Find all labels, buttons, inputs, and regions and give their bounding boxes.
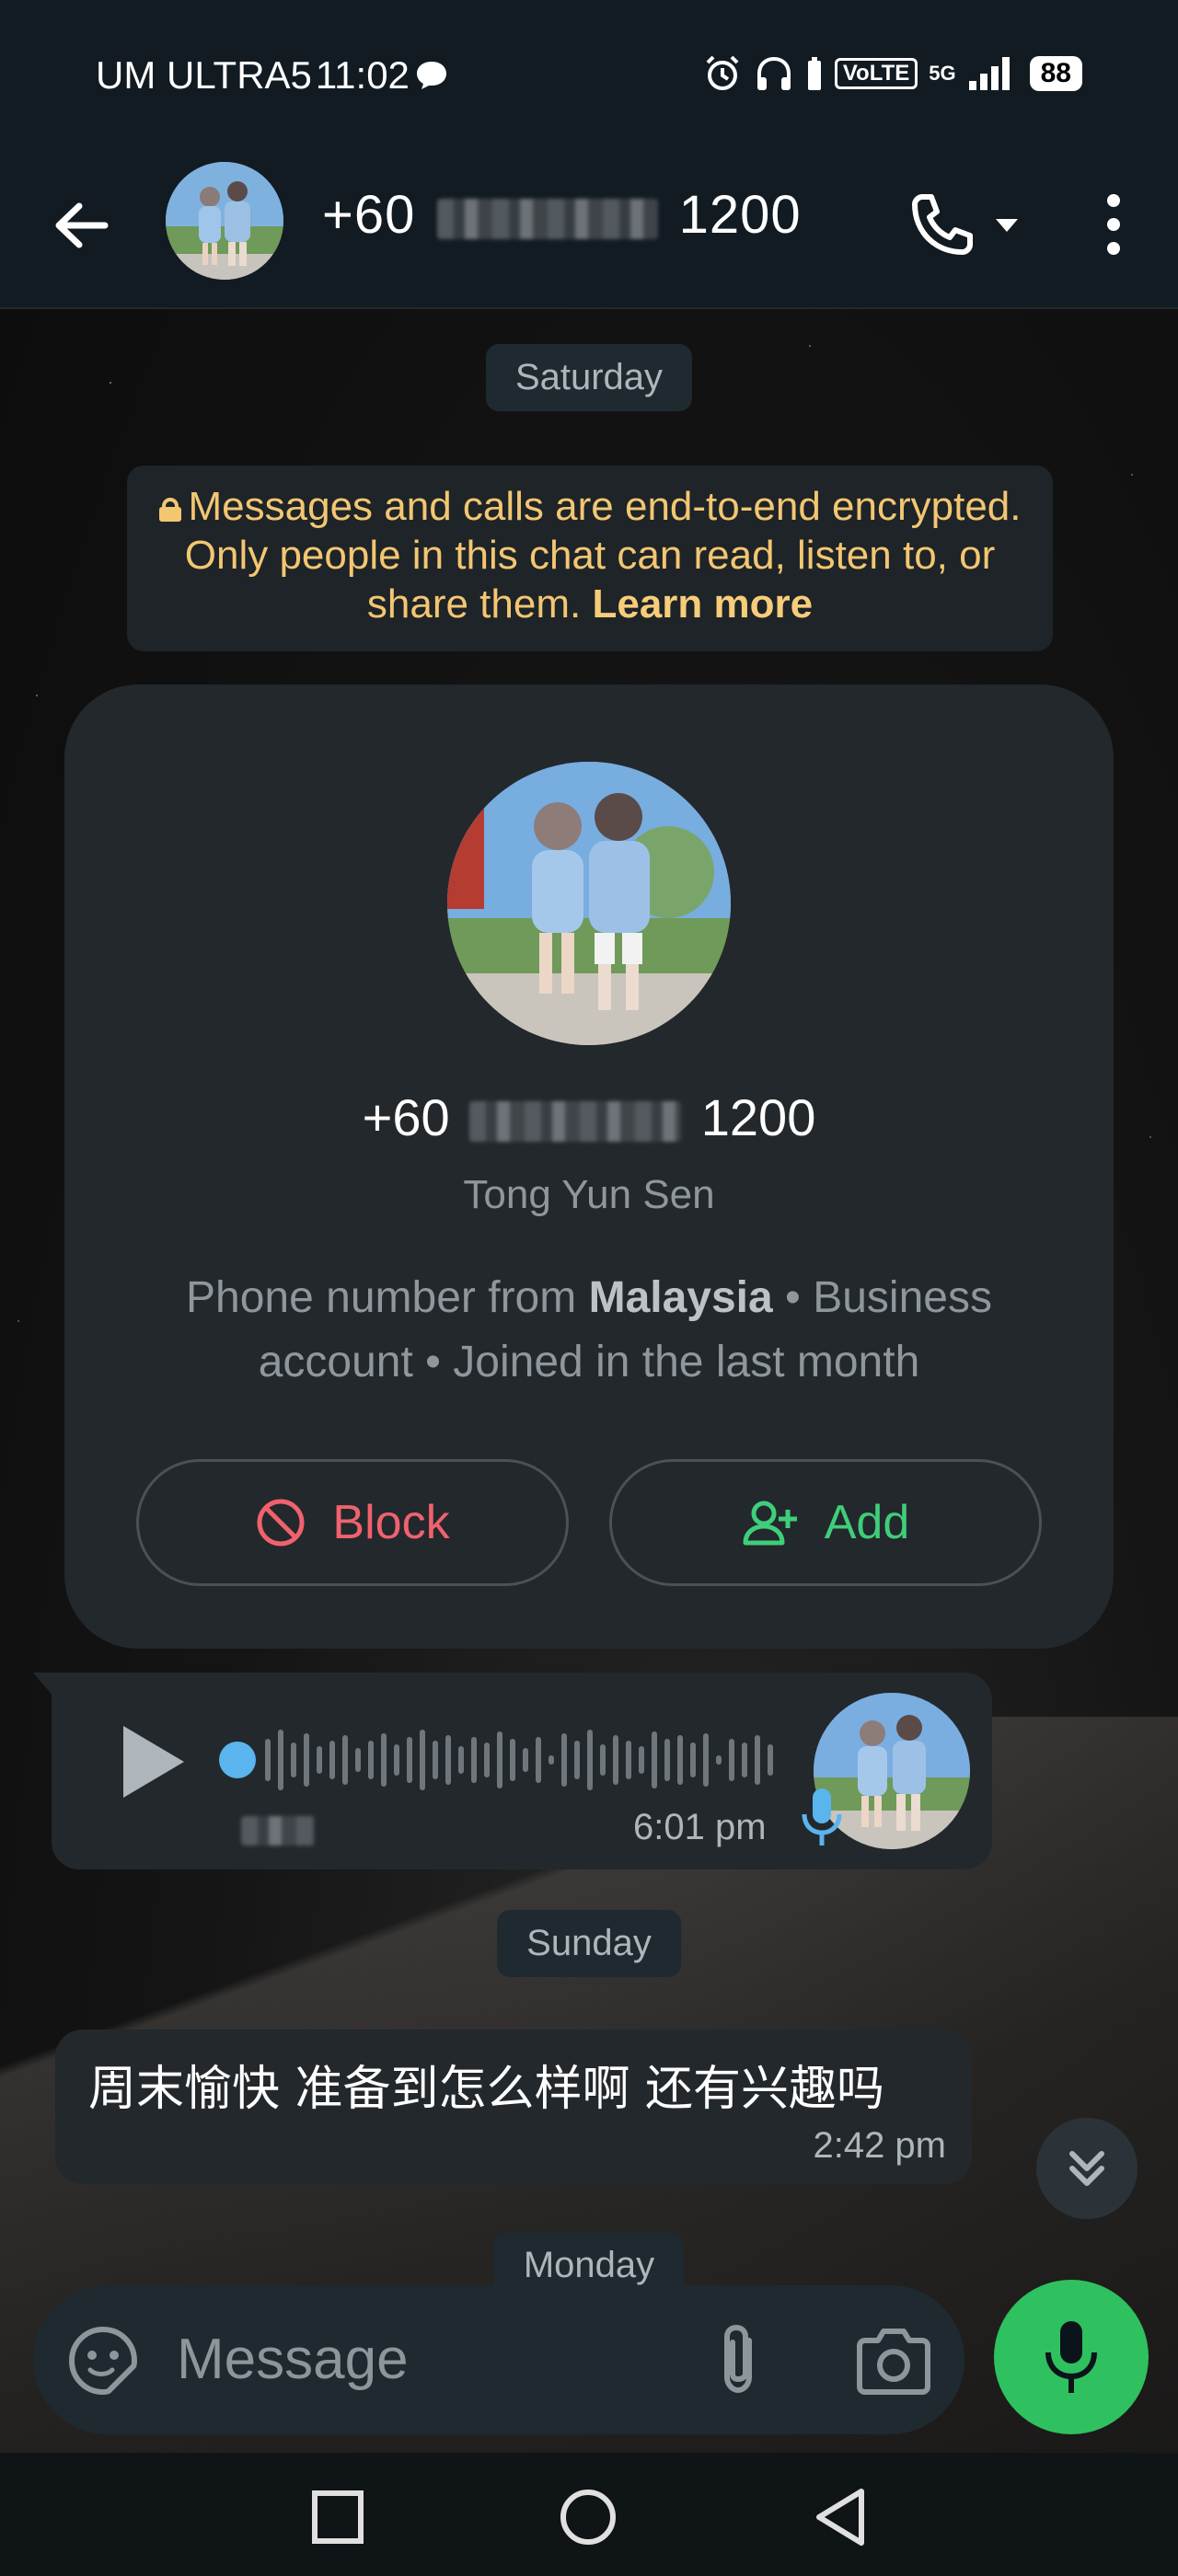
lock-icon <box>158 498 181 522</box>
carrier-label: UM ULTRA5 <box>96 53 312 97</box>
clock: 11:02 <box>315 53 410 97</box>
message-text: 周末愉快 准备到怎么样啊 还有兴趣吗 <box>88 2062 885 2117</box>
camera-button[interactable] <box>852 2322 935 2401</box>
person-add-icon <box>743 1501 797 1546</box>
audio-waveform[interactable] <box>219 1719 826 1801</box>
card-number-suffix: 1200 <box>700 1088 816 1146</box>
system-navigation-bar <box>0 2453 1178 2576</box>
double-chevron-down-icon <box>1069 2151 1104 2186</box>
headphones-icon <box>756 56 791 90</box>
block-button[interactable]: Block <box>136 1459 569 1586</box>
home-button[interactable] <box>547 2480 629 2554</box>
status-left: UM ULTRA5 11:02 <box>96 53 450 98</box>
couple-photo <box>166 162 283 280</box>
network-label: 5G <box>929 62 956 85</box>
contact-number[interactable]: +60 1200 <box>322 184 802 246</box>
card-phone-number: +60 1200 <box>64 1087 1114 1147</box>
country-name: Malaysia <box>588 1273 773 1322</box>
voice-mic-icon <box>802 1788 842 1846</box>
contact-profile-photo[interactable] <box>447 762 731 1045</box>
emoji-sticker-button[interactable] <box>66 2324 140 2398</box>
play-icon <box>123 1726 184 1798</box>
info-prefix: Phone number from <box>186 1273 589 1322</box>
block-label: Block <box>332 1496 450 1549</box>
battery-indicator: 88 <box>1029 56 1082 91</box>
message-composer <box>33 2285 964 2434</box>
date-divider-saturday: Saturday <box>485 344 693 411</box>
more-options-button[interactable] <box>1086 178 1141 270</box>
card-number-prefix: +60 <box>362 1088 450 1146</box>
message-input[interactable] <box>177 2313 674 2405</box>
add-label: Add <box>824 1496 910 1549</box>
signal-icon <box>968 57 1010 90</box>
add-contact-button[interactable]: Add <box>609 1459 1042 1586</box>
battery-small-icon <box>807 57 821 90</box>
contact-info-card: +60 1200 Tong Yun Sen Phone number from … <box>64 684 1114 1649</box>
play-button[interactable] <box>116 1720 190 1803</box>
message-timestamp: 2:42 pm <box>813 2125 946 2166</box>
chat-header: +60 1200 <box>0 155 1178 309</box>
status-right: VoLTE 5G 88 <box>702 53 1082 94</box>
contact-avatar[interactable] <box>166 162 283 280</box>
attach-button[interactable] <box>703 2318 777 2401</box>
chat-bubble-icon <box>416 62 446 89</box>
sticker-icon <box>69 2327 137 2395</box>
number-prefix: +60 <box>322 185 416 245</box>
couple-photo-large <box>447 762 731 1045</box>
volte-badge: VoLTE <box>834 58 918 89</box>
status-bar: UM ULTRA5 11:02 VoLTE 5G 88 <box>0 0 1178 155</box>
redacted-digits <box>436 198 658 239</box>
voice-message[interactable]: 6:01 pm <box>33 1673 992 1869</box>
contact-details: Phone number from Malaysia • Business ac… <box>138 1266 1040 1395</box>
arrow-back-icon <box>55 202 109 248</box>
incoming-text-message[interactable]: 周末愉快 准备到怎么样啊 还有兴趣吗 2:42 pm <box>55 2030 972 2184</box>
encryption-notice[interactable]: Messages and calls are end-to-end encryp… <box>127 466 1053 651</box>
paperclip-icon <box>724 2324 752 2394</box>
triangle-back-icon <box>816 2489 864 2546</box>
phone-icon <box>912 194 1018 255</box>
alarm-icon <box>706 55 739 90</box>
number-suffix: 1200 <box>678 185 802 245</box>
mic-icon <box>1045 2321 1097 2393</box>
contact-name: Tong Yun Sen <box>463 1172 715 1217</box>
block-icon <box>257 1499 305 1547</box>
record-voice-button[interactable] <box>994 2280 1149 2434</box>
circle-icon <box>560 2490 616 2545</box>
back-nav-button[interactable] <box>799 2480 882 2554</box>
scroll-to-bottom-button[interactable] <box>1036 2118 1138 2219</box>
call-button[interactable] <box>902 178 1040 270</box>
date-divider-sunday: Sunday <box>497 1910 681 1977</box>
chat-area[interactable]: Saturday Messages and calls are end-to-e… <box>0 309 1178 2453</box>
card-redacted-digits <box>469 1101 682 1143</box>
back-button[interactable] <box>40 184 123 267</box>
square-icon <box>312 2490 364 2544</box>
more-vert-icon <box>1107 194 1120 255</box>
voice-timestamp: 6:01 pm <box>633 1807 767 1847</box>
recent-apps-button[interactable] <box>296 2480 379 2554</box>
camera-icon <box>857 2329 930 2395</box>
learn-more-link[interactable]: Learn more <box>592 581 813 627</box>
voice-duration-redacted <box>241 1816 315 1846</box>
